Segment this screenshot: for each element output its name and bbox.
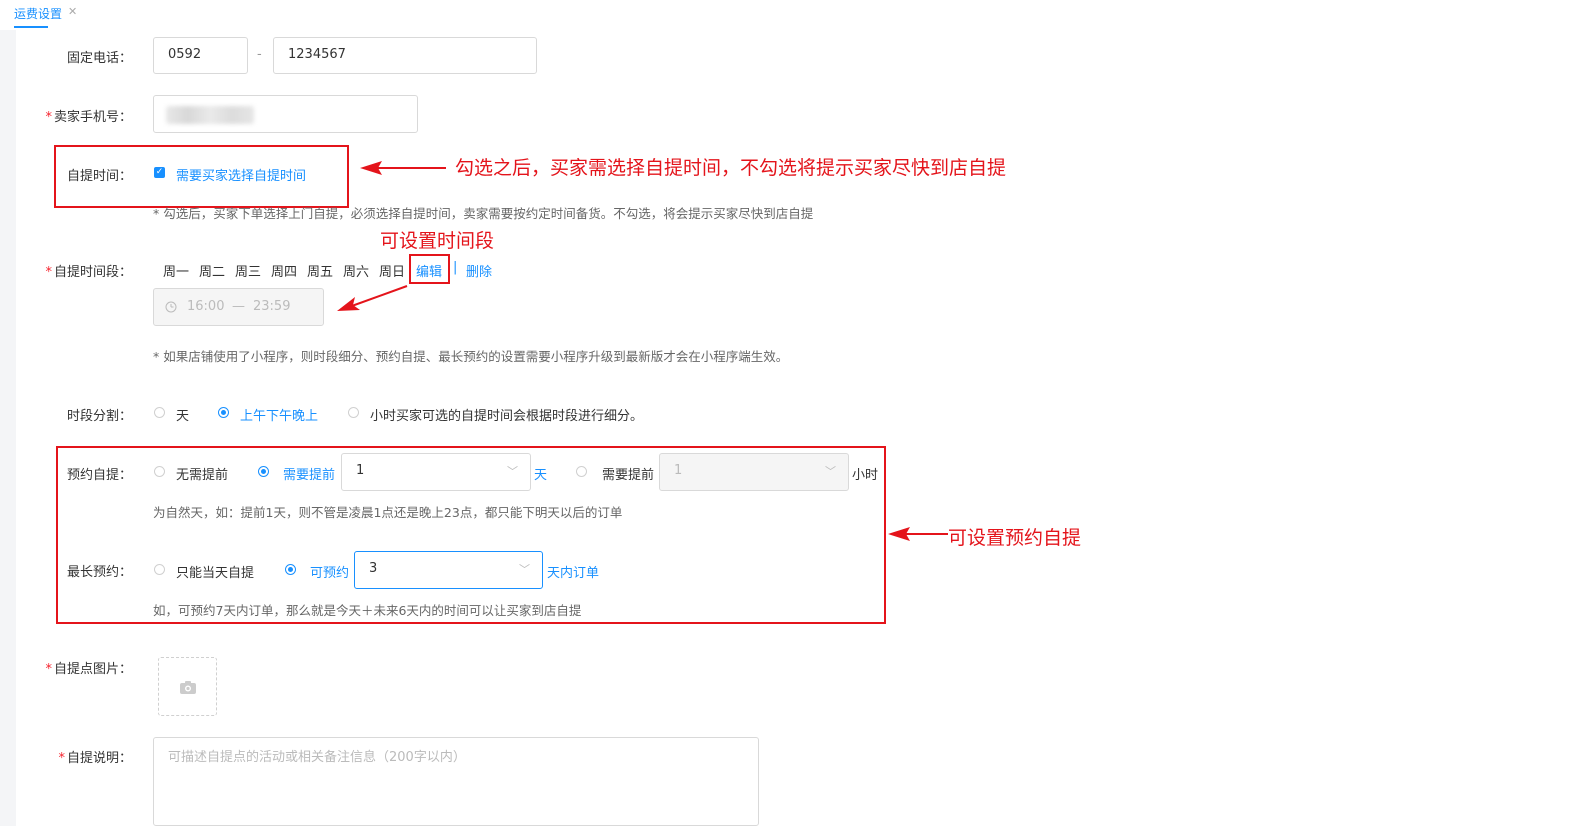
required-mark: *	[45, 662, 52, 677]
max-label: 最长预约：	[66, 565, 132, 580]
tab-active-underline	[14, 26, 48, 28]
split-radio-hour[interactable]	[348, 407, 359, 418]
image-upload[interactable]	[158, 657, 217, 716]
weekday-wed: 周三	[235, 265, 262, 280]
pickup-time-label: 自提时间：	[66, 169, 132, 184]
reserve-opt-none[interactable]: 无需提前	[176, 464, 228, 483]
weekday-thu: 周四	[271, 265, 298, 280]
reserve-hours-unit: 小时	[852, 468, 879, 483]
max-radio-days[interactable]	[285, 564, 296, 575]
max-radio-today[interactable]	[154, 564, 165, 575]
pickup-time-checkbox-label[interactable]: 需要买家选择自提时间	[176, 165, 306, 184]
weekday-sat: 周六	[343, 265, 370, 280]
reserve-days-value: 1	[356, 463, 365, 478]
arrow-left-icon	[360, 161, 446, 175]
weekday-sun: 周日	[379, 265, 406, 280]
weekday-tue: 周二	[199, 265, 226, 280]
reserve-radio-none[interactable]	[154, 466, 165, 477]
camera-icon	[180, 681, 196, 694]
check-icon[interactable]: ✓	[154, 167, 165, 178]
desc-label-text: 自提说明：	[66, 751, 132, 766]
desc-textarea[interactable]: 可描述自提点的活动或相关备注信息（200字以内）	[153, 737, 759, 826]
chevron-down-icon: ﹀	[825, 465, 836, 478]
max-opt-today[interactable]: 只能当天自提	[176, 562, 254, 581]
reserve-radio-hours[interactable]	[576, 466, 587, 477]
time-start: 16:00	[187, 299, 225, 314]
reserve-days-select[interactable]: 1 ﹀	[341, 453, 531, 491]
reserve-hours-value: 1	[674, 463, 683, 478]
phone-area-input[interactable]: 0592	[153, 37, 248, 74]
max-unit: 天内订单	[547, 566, 600, 581]
time-range-input[interactable]: 16:00 — 23:59	[153, 288, 324, 326]
left-strip	[0, 30, 16, 826]
tab-freight-settings[interactable]: 运费设置	[14, 5, 62, 22]
phone-number-input[interactable]: 1234567	[273, 37, 537, 74]
annotation-text-3: 可设置预约自提	[948, 527, 1082, 549]
link-separator: |	[453, 260, 458, 275]
split-opt-hour[interactable]: 小时买家可选的自提时间会根据时段进行细分。	[370, 405, 643, 424]
tab-bar	[0, 0, 1576, 30]
image-label: * 自提点图片：	[40, 658, 132, 677]
mobile-label-text: 卖家手机号：	[53, 110, 132, 125]
max-hint: 如，可预约7天内订单，那么就是今天＋未来6天内的时间可以让买家到店自提	[153, 603, 582, 618]
required-mark: *	[45, 265, 52, 280]
split-radio-day[interactable]	[154, 407, 165, 418]
pickup-time-hint: * 勾选后，买家下单选择上门自提，必须选择自提时间，卖家需要按约定时间备货。不勾…	[153, 206, 814, 221]
desc-label: * 自提说明：	[52, 747, 132, 766]
edit-link[interactable]: 编辑	[416, 261, 442, 280]
delete-link[interactable]: 删除	[466, 261, 492, 280]
time-end: 23:59	[253, 299, 291, 314]
mobile-blurred-value	[166, 106, 254, 124]
period-label: * 自提时间段：	[40, 261, 132, 280]
annotation-text-1: 勾选之后，买家需选择自提时间，不勾选将提示买家尽快到店自提	[455, 157, 1007, 179]
time-dash: —	[232, 299, 245, 314]
phone-dash: -	[257, 47, 262, 62]
chevron-down-icon: ﹀	[507, 465, 518, 478]
period-label-text: 自提时间段：	[53, 265, 132, 280]
required-mark: *	[45, 110, 52, 125]
chevron-down-icon: ﹀	[519, 563, 530, 576]
arrow-left-icon	[337, 285, 408, 311]
mobile-input[interactable]	[153, 95, 418, 133]
reserve-radio-days[interactable]	[258, 466, 269, 477]
max-days-value: 3	[369, 561, 378, 576]
reserve-label: 预约自提：	[66, 468, 132, 483]
image-label-text: 自提点图片：	[53, 662, 132, 677]
split-opt-day[interactable]: 天	[176, 405, 189, 424]
required-mark: *	[58, 751, 65, 766]
clock-icon	[165, 301, 177, 313]
reserve-days-unit: 天	[534, 468, 548, 483]
reserve-hours-select[interactable]: 1 ﹀	[659, 453, 849, 491]
split-opt-ampm[interactable]: 上午下午晚上	[240, 405, 318, 424]
weekday-fri: 周五	[307, 265, 334, 280]
annotation-text-2: 可设置时间段	[380, 230, 495, 252]
weekday-mon: 周一	[163, 265, 190, 280]
reserve-opt-days[interactable]: 需要提前	[283, 464, 335, 483]
reserve-hint: 为自然天，如：提前1天，则不管是凌晨1点还是晚上23点，都只能下明天以后的订单	[153, 505, 623, 520]
arrow-left-icon	[888, 527, 948, 541]
max-opt-days[interactable]: 可预约	[310, 562, 349, 581]
mobile-label: * 卖家手机号：	[40, 106, 132, 125]
max-days-select[interactable]: 3 ﹀	[354, 551, 543, 589]
period-hint: * 如果店铺使用了小程序，则时段细分、预约自提、最长预约的设置需要小程序升级到最…	[153, 349, 789, 364]
close-icon[interactable]: ✕	[68, 5, 77, 18]
reserve-opt-hours[interactable]: 需要提前	[602, 464, 654, 483]
split-radio-ampm[interactable]	[218, 407, 229, 418]
phone-label: 固定电话：	[66, 51, 132, 66]
split-label: 时段分割：	[66, 409, 132, 424]
